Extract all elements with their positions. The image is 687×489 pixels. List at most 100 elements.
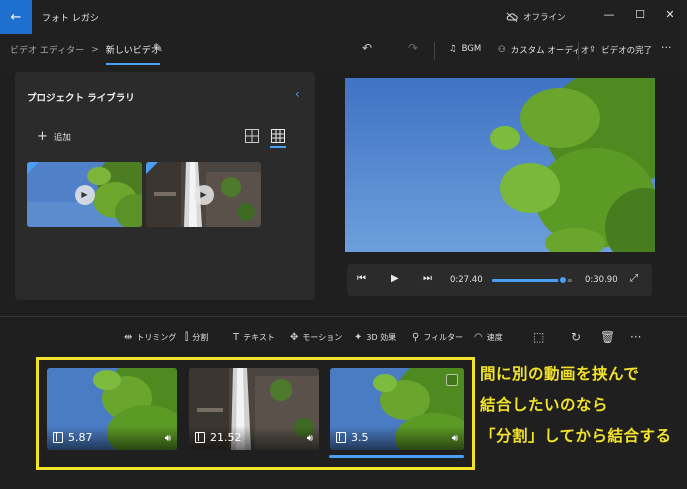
play-icon: ▶ (74, 184, 95, 205)
volume-icon[interactable]: 🔊︎ (165, 433, 171, 444)
text-button[interactable]: T テキスト (233, 332, 275, 343)
film-icon (195, 432, 205, 443)
seek-bar-fill (492, 279, 563, 282)
collapse-chevron-icon[interactable]: ‹ (295, 87, 300, 101)
minimize-button[interactable]: — (594, 6, 624, 22)
storyboard-clip[interactable]: 5.87 🔊︎ (47, 368, 177, 450)
toolbar-divider (434, 42, 435, 60)
arrow-left-icon: ← (10, 9, 22, 25)
trim-label: トリミング (136, 333, 177, 342)
finish-video-label: ビデオの完了 (601, 46, 653, 56)
maximize-button[interactable]: ☐ (625, 6, 655, 22)
seek-bar-handle[interactable] (557, 275, 568, 285)
custom-audio-button[interactable]: ⚇ カスタム オーディオ (498, 44, 589, 56)
previous-frame-icon[interactable]: ⏮ (357, 273, 366, 284)
people-audio-icon: ⚇ (498, 45, 506, 55)
speed-icon: ◠ (474, 332, 483, 343)
breadcrumb: ビデオ エディター > 新しいビデオ (10, 43, 160, 65)
clip-duration-value: 3.5 (351, 431, 369, 444)
volume-icon[interactable]: 🔊︎ (307, 433, 313, 444)
motion-icon: ✥ (290, 332, 299, 343)
in-use-tag (146, 162, 158, 174)
project-library-title: プロジェクト ライブラリ (27, 93, 135, 104)
play-button-icon[interactable]: ▶ (391, 273, 399, 284)
share-export-icon: ⇪ (589, 45, 597, 55)
filter-button[interactable]: ⚲ フィルター (412, 332, 463, 343)
select-checkbox[interactable] (446, 374, 458, 386)
bgm-button[interactable]: ♫ BGM (449, 44, 481, 54)
redo-icon: ↷ (408, 41, 419, 55)
small-grid-view-icon[interactable] (271, 129, 285, 143)
more-icon[interactable]: ··· (630, 330, 641, 344)
text-icon: T (233, 332, 240, 343)
pencil-icon[interactable]: ✎ (153, 41, 163, 55)
clip-duration-value: 5.87 (68, 431, 93, 444)
cloud-off-icon (506, 12, 518, 22)
toolbar-divider (578, 42, 579, 60)
playback-controls: ⏮ ▶ ⏭ 0:27.40 0:30.90 ⤢ (347, 264, 652, 296)
trim-button[interactable]: ⇹ トリミング (124, 332, 176, 343)
maximize-icon: ☐ (635, 7, 645, 21)
project-library-panel: プロジェクト ライブラリ ‹ + 追加 ▶ ▶ (15, 72, 315, 300)
finish-video-button[interactable]: ⇪ ビデオの完了 (589, 44, 652, 56)
crop-icon[interactable]: ⬚ (533, 330, 544, 344)
text-label: テキスト (243, 333, 275, 342)
undo-icon[interactable]: ↶ (362, 41, 372, 55)
add-button[interactable]: + 追加 (37, 129, 71, 144)
clip-duration: 3.5 (336, 431, 369, 444)
volume-icon[interactable]: 🔊︎ (452, 433, 458, 444)
next-frame-icon[interactable]: ⏭ (423, 273, 432, 284)
annotation-line-2: 結合したいのなら (480, 396, 609, 414)
film-icon (53, 432, 63, 443)
clip-duration: 21.52 (195, 431, 242, 444)
close-icon: ✕ (665, 7, 675, 21)
trim-icon: ⇹ (124, 332, 133, 343)
more-icon: ··· (661, 41, 672, 54)
plus-icon: + (37, 129, 48, 144)
film-icon (336, 432, 346, 443)
large-grid-view-icon[interactable] (245, 129, 259, 143)
app-title: フォト レガシ (42, 14, 99, 24)
back-button[interactable]: ← (0, 0, 32, 34)
3d-effects-label: 3D 効果 (366, 333, 397, 342)
video-preview[interactable] (345, 78, 655, 252)
breadcrumb-current: 新しいビデオ (105, 43, 160, 65)
fullscreen-icon[interactable]: ⤢ (630, 273, 638, 284)
3d-effects-button[interactable]: ✦ 3D 効果 (354, 332, 396, 343)
offline-status: オフライン (506, 11, 566, 23)
filter-icon: ⚲ (412, 332, 420, 343)
more-options-button[interactable]: ··· (661, 41, 672, 54)
3d-effects-icon: ✦ (354, 332, 363, 343)
library-thumbnail-tree[interactable]: ▶ (27, 162, 142, 227)
play-icon: ▶ (193, 184, 214, 205)
storyboard-toolbar: ⇹ トリミング ⫿ 分割 T テキスト ✥ モーション ✦ 3D 効果 ⚲ フィ… (0, 326, 687, 350)
breadcrumb-parent[interactable]: ビデオ エディター (10, 43, 84, 56)
bgm-label: BGM (461, 44, 482, 54)
selected-clip-indicator (329, 455, 464, 458)
storyboard-clip[interactable]: 21.52 🔊︎ (189, 368, 319, 450)
annotation-line-1: 間に別の動画を挟んで (480, 365, 640, 383)
split-button[interactable]: ⫿ 分割 (185, 332, 208, 343)
split-icon: ⫿ (185, 332, 189, 343)
speed-label: 速度 (486, 333, 503, 342)
view-selected-indicator (270, 146, 286, 148)
delete-icon[interactable]: 🗑 (600, 330, 615, 344)
minimize-icon: — (603, 7, 615, 21)
total-time: 0:30.90 (585, 275, 618, 285)
current-time: 0:27.40 (450, 275, 483, 285)
storyboard-clip-selected[interactable]: 3.5 🔊︎ (330, 368, 464, 450)
speed-button[interactable]: ◠ 速度 (474, 332, 503, 343)
breadcrumb-separator: > (91, 44, 99, 55)
editor-toolbar: ビデオ エディター > 新しいビデオ ✎ ↶ ↷ ♫ BGM ⚇ カスタム オー… (0, 34, 687, 68)
split-label: 分割 (192, 333, 209, 342)
close-button[interactable]: ✕ (655, 6, 685, 22)
library-thumbnail-waterfall[interactable]: ▶ (146, 162, 261, 227)
music-note-icon: ♫ (449, 44, 457, 54)
seek-bar[interactable] (492, 275, 572, 285)
rotate-icon[interactable]: ↻ (571, 330, 581, 344)
clip-duration: 5.87 (53, 431, 93, 444)
title-bar: ← フォト レガシ オフライン — ☐ ✕ (0, 0, 687, 34)
add-label: 追加 (53, 132, 71, 143)
annotation-line-3: 「分割」してから結合する (480, 427, 672, 445)
motion-button[interactable]: ✥ モーション (290, 332, 342, 343)
